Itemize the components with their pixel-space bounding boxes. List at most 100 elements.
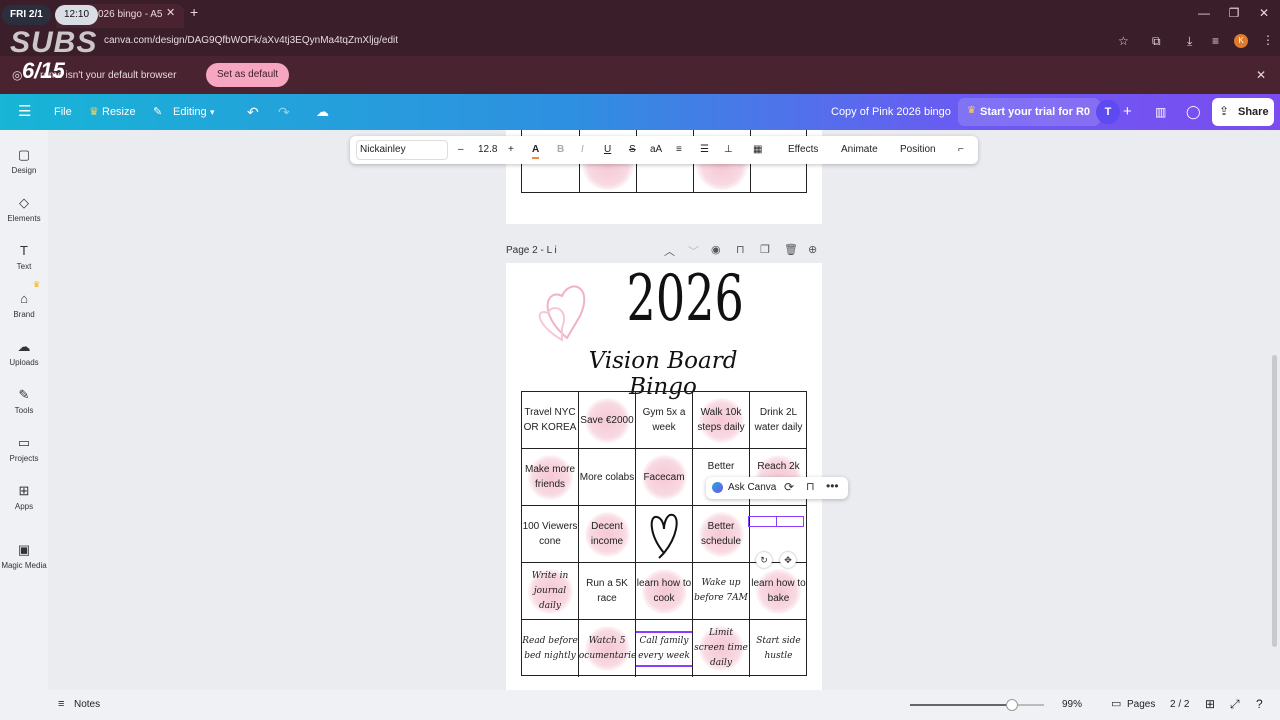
bingo-cell[interactable]: Walk 10k steps daily	[693, 392, 750, 449]
bingo-cell[interactable]: Limit screen time daily	[693, 620, 750, 677]
sidebar-item-text[interactable]: T Text	[0, 242, 48, 271]
bookmark-star-icon[interactable]: ☆	[1118, 34, 1129, 48]
underline-icon[interactable]: U	[604, 136, 611, 164]
lock-page-icon[interactable]: ⊓	[736, 243, 745, 256]
page-up-icon[interactable]: ︿	[664, 243, 675, 259]
copy-style-icon[interactable]: ⌐	[958, 136, 964, 164]
move-handle-icon[interactable]: ✥	[780, 552, 796, 568]
help-icon[interactable]: ?	[1256, 697, 1263, 711]
increase-size-button[interactable]: +	[508, 136, 514, 164]
fullscreen-icon[interactable]: ⤢	[1230, 697, 1240, 712]
canvas-scrollbar[interactable]	[1272, 355, 1277, 647]
url-text[interactable]: canva.com/design/DAG9QfbWOFk/aXv4tj3EQyn…	[104, 35, 398, 46]
sidebar-item-magic-media[interactable]: ▣ Magic Media	[0, 541, 48, 570]
bingo-cell[interactable]: Watch 5 documentaries	[579, 620, 636, 677]
bingo-cell[interactable]: learn how to bake	[750, 563, 807, 620]
add-collaborator-icon[interactable]: +	[1123, 94, 1132, 130]
align-icon[interactable]: ≡	[676, 136, 682, 164]
sidebar-item-projects[interactable]: ▭ Projects	[0, 434, 48, 463]
editing-chevron-icon[interactable]: ▾	[210, 94, 215, 130]
window-close-icon[interactable]: ✕	[1256, 6, 1272, 20]
hide-page-icon[interactable]: ◉	[711, 243, 721, 256]
download-icon[interactable]: ⤓	[1187, 34, 1192, 49]
bingo-cell-hovered[interactable]: Call family every week	[636, 620, 693, 677]
sidebar-item-tools[interactable]: ✎ Tools	[0, 386, 48, 415]
position-button[interactable]: Position	[900, 136, 936, 164]
zoom-slider-track[interactable]	[910, 699, 1044, 711]
insights-icon[interactable]: ▥	[1155, 94, 1166, 130]
delete-page-icon[interactable]: 🗑	[784, 243, 798, 256]
decrease-size-button[interactable]: –	[458, 136, 464, 164]
font-family-select[interactable]: Nickainley	[356, 140, 448, 160]
zoom-level[interactable]: 99%	[1062, 699, 1082, 710]
trial-button[interactable]: Start your trial for R0	[958, 98, 1101, 126]
bingo-cell[interactable]: learn how to cook	[636, 563, 693, 620]
bingo-cell[interactable]: Run a 5K race	[579, 563, 636, 620]
comments-icon[interactable]: ◯	[1186, 94, 1201, 130]
media-icon[interactable]: ≡	[1212, 34, 1219, 48]
zoom-slider-thumb[interactable]	[1005, 699, 1018, 711]
new-tab-icon[interactable]: +	[190, 4, 198, 20]
undo-icon[interactable]: ↶	[247, 94, 259, 130]
bingo-cell[interactable]: Save €2000	[579, 392, 636, 449]
profile-avatar[interactable]: K	[1234, 34, 1248, 48]
lock-icon[interactable]: ⊓	[806, 480, 815, 493]
bingo-cell[interactable]: Better schedule	[693, 506, 750, 563]
infobar-close-icon[interactable]: ✕	[1256, 68, 1266, 82]
tab-close-icon[interactable]: ✕	[166, 6, 175, 19]
bingo-cell[interactable]: Gym 5x a week	[636, 392, 693, 449]
sidebar-item-elements[interactable]: ◇ Elements	[0, 194, 48, 223]
transparency-icon[interactable]: ▦	[753, 136, 762, 164]
bingo-cell-heart[interactable]	[636, 506, 693, 563]
comment-add-icon[interactable]: ⟳	[784, 480, 794, 494]
bingo-cell[interactable]: More colabs	[579, 449, 636, 506]
rotate-handle-icon[interactable]: ↻	[756, 552, 772, 568]
set-default-button[interactable]: Set as default	[206, 63, 290, 87]
bingo-cell[interactable]: Wake up before 7AM	[693, 563, 750, 620]
extensions-icon[interactable]: ⧉	[1152, 34, 1161, 49]
bingo-cell[interactable]: Start side hustle	[750, 620, 807, 677]
notes-button[interactable]: Notes	[74, 699, 100, 710]
page-count[interactable]: 2 / 2	[1170, 699, 1189, 710]
redo-icon[interactable]: ↷	[278, 94, 290, 130]
bingo-cell[interactable]: Drink 2L water daily	[750, 392, 807, 449]
year-heading[interactable]: 2026	[627, 262, 744, 336]
grid-view-icon[interactable]: ⊞	[1205, 697, 1215, 711]
bingo-cell[interactable]: 100 Viewers cone	[522, 506, 579, 563]
bingo-cell[interactable]: Decent income	[579, 506, 636, 563]
page-2-label[interactable]: Page 2 - L i	[506, 245, 557, 256]
editing-mode-button[interactable]: Editing	[173, 94, 207, 130]
maximize-icon[interactable]: ❐	[1226, 6, 1242, 20]
font-size-input[interactable]: 12.8	[478, 136, 497, 164]
italic-icon[interactable]: I	[581, 136, 584, 164]
list-icon[interactable]: ☰	[700, 136, 709, 164]
sidebar-item-brand[interactable]: ⌂ Brand	[0, 290, 48, 319]
bingo-cell[interactable]: Facecam	[636, 449, 693, 506]
user-avatar[interactable]: T	[1096, 100, 1120, 124]
strikethrough-icon[interactable]: S	[629, 136, 636, 164]
sidebar-item-design[interactable]: ▢ Design	[0, 146, 48, 175]
sidebar-item-uploads[interactable]: ☁ Uploads	[0, 338, 48, 367]
bingo-cell[interactable]: Make more friends	[522, 449, 579, 506]
bingo-cell[interactable]: Write in journal daily	[522, 563, 579, 620]
text-color-icon[interactable]: A	[532, 139, 540, 159]
ask-canva-button[interactable]: Ask Canva	[728, 482, 776, 493]
page-down-icon[interactable]: ﹀	[688, 243, 699, 259]
browser-menu-icon[interactable]: ⋮	[1262, 33, 1274, 47]
more-options-icon[interactable]: •••	[826, 479, 839, 493]
resize-button[interactable]: Resize	[102, 94, 136, 130]
spacing-icon[interactable]: ⊥	[724, 136, 733, 164]
bingo-cell[interactable]: Read before bed nightly	[522, 620, 579, 677]
bingo-cell[interactable]: Travel NYC OR KOREA	[522, 392, 579, 449]
case-icon[interactable]: aA	[650, 136, 662, 164]
main-menu-icon[interactable]: ☰	[18, 94, 31, 130]
document-title[interactable]: Copy of Pink 2026 bingo	[831, 94, 951, 130]
bold-icon[interactable]: B	[557, 136, 564, 164]
add-page-icon[interactable]: ⊕	[808, 243, 817, 256]
file-menu[interactable]: File	[54, 94, 72, 130]
pages-button[interactable]: Pages	[1127, 699, 1155, 710]
cloud-save-icon[interactable]: ☁	[316, 94, 329, 130]
sidebar-item-apps[interactable]: ⊞ Apps	[0, 482, 48, 511]
minimize-icon[interactable]: —	[1196, 6, 1212, 20]
animate-button[interactable]: Animate	[841, 136, 878, 164]
